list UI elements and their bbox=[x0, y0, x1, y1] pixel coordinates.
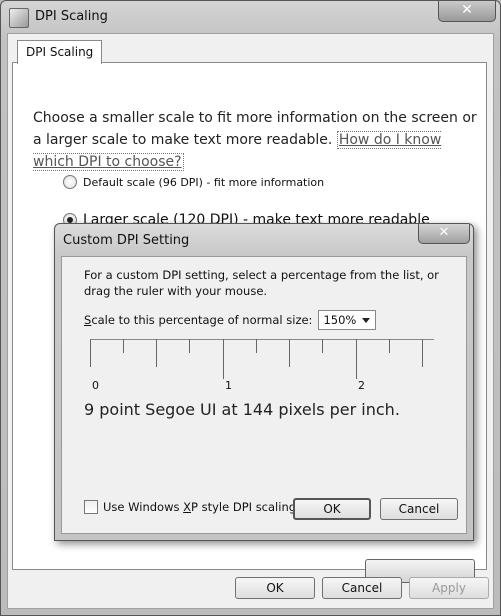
ruler-line bbox=[90, 339, 434, 340]
close-button[interactable]: ✕ bbox=[438, 1, 496, 22]
ruler-tick bbox=[389, 339, 390, 353]
xp-style-label: Use Windows XP style DPI scaling bbox=[103, 500, 297, 514]
chevron-down-icon bbox=[362, 318, 371, 323]
default-scale-option[interactable]: Default scale (96 DPI) - fit more inform… bbox=[63, 175, 324, 189]
default-scale-radio[interactable] bbox=[63, 175, 77, 189]
tab-dpi-scaling[interactable]: DPI Scaling bbox=[17, 40, 103, 64]
custom-dpi-dialog: Custom DPI Setting ✕ For a custom DPI se… bbox=[54, 223, 474, 541]
ruler-tick bbox=[123, 339, 124, 353]
dialog-description: For a custom DPI setting, select a perce… bbox=[84, 268, 439, 298]
ruler-label-1: 1 bbox=[225, 379, 232, 392]
ruler-tick bbox=[322, 339, 323, 353]
dialog-title: Custom DPI Setting bbox=[63, 233, 190, 248]
cancel-button[interactable]: Cancel bbox=[322, 577, 402, 599]
default-scale-label: Default scale (96 DPI) - fit more inform… bbox=[83, 175, 325, 189]
ruler-tick bbox=[189, 339, 190, 353]
display-settings-icon bbox=[9, 8, 29, 28]
ruler-tick bbox=[90, 339, 91, 367]
xp-style-checkbox[interactable] bbox=[84, 500, 98, 514]
ruler-tick bbox=[356, 339, 357, 379]
ruler-label-2: 2 bbox=[358, 379, 365, 392]
dialog-ok-button[interactable]: OK bbox=[293, 498, 371, 520]
intro-text: Choose a smaller scale to fit more infor… bbox=[33, 107, 483, 173]
dialog-client: For a custom DPI setting, select a perce… bbox=[61, 256, 467, 534]
ruler-tick bbox=[289, 339, 290, 367]
ruler-tick bbox=[256, 339, 257, 353]
dialog-close-button[interactable]: ✕ bbox=[418, 224, 470, 244]
ruler-tick bbox=[422, 339, 423, 367]
apply-button[interactable]: Apply bbox=[409, 577, 489, 599]
title-bar[interactable]: DPI Scaling ✕ bbox=[1, 1, 500, 33]
scale-percentage-dropdown[interactable]: 150% bbox=[318, 310, 377, 330]
xp-style-option[interactable]: Use Windows XP style DPI scaling bbox=[84, 500, 296, 514]
dialog-cancel-button[interactable]: Cancel bbox=[380, 498, 458, 520]
ruler-tick bbox=[223, 339, 224, 379]
scale-row: Scale to this percentage of normal size:… bbox=[84, 310, 377, 330]
ruler-tick bbox=[156, 339, 157, 367]
scale-value: 150% bbox=[323, 313, 357, 327]
scale-label: Scale to this percentage of normal size: bbox=[84, 313, 313, 327]
window-title: DPI Scaling bbox=[35, 9, 108, 24]
ok-button[interactable]: OK bbox=[235, 577, 315, 599]
ruler-label-0: 0 bbox=[92, 379, 99, 392]
sample-text: 9 point Segoe UI at 144 pixels per inch. bbox=[84, 400, 400, 419]
dpi-ruler[interactable]: 0 1 2 bbox=[90, 339, 434, 392]
